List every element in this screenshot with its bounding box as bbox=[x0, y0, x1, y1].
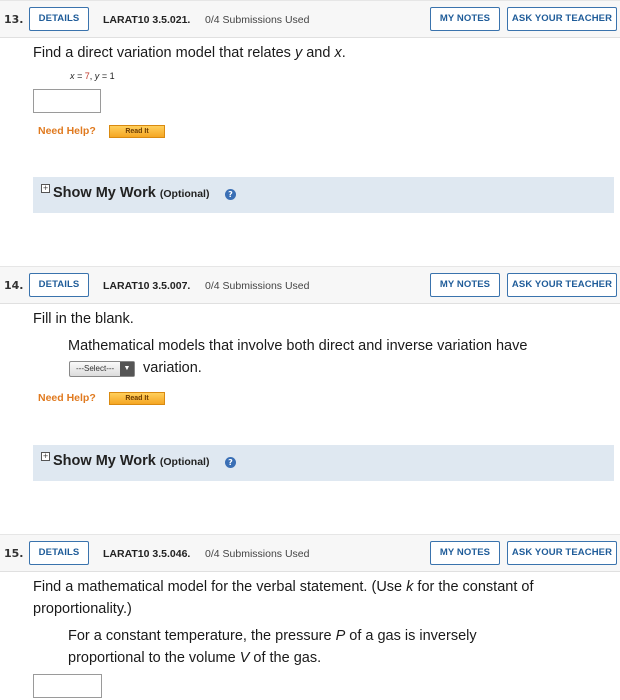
question-14-statement-line1: Mathematical models that involve both di… bbox=[68, 338, 528, 354]
answer-input[interactable] bbox=[33, 674, 102, 698]
my-notes-button[interactable]: MY NOTES bbox=[430, 273, 500, 297]
question-number: 13. bbox=[4, 13, 24, 26]
question-13-header: 13. DETAILS LARAT10 3.5.021. 0/4 Submiss… bbox=[0, 0, 620, 38]
details-button[interactable]: DETAILS bbox=[29, 273, 89, 297]
question-15-prompt-line2: proportionality.) bbox=[33, 601, 132, 617]
problem-code: LARAT10 3.5.021. bbox=[103, 14, 191, 26]
show-my-work-panel[interactable]: + Show My Work (Optional) ? bbox=[33, 445, 614, 481]
question-number: 15. bbox=[4, 547, 24, 560]
dropdown-arrow-icon[interactable]: ▼ bbox=[120, 362, 134, 376]
my-notes-button[interactable]: MY NOTES bbox=[430, 541, 500, 565]
given-values: x = 7, y = 1 bbox=[70, 71, 115, 81]
variation-select[interactable]: ---Select--- ▼ bbox=[69, 361, 135, 377]
my-notes-button[interactable]: MY NOTES bbox=[430, 7, 500, 31]
problem-code: LARAT10 3.5.046. bbox=[103, 548, 191, 560]
expand-plus-icon[interactable]: + bbox=[41, 184, 50, 193]
show-my-work-panel[interactable]: + Show My Work (Optional) ? bbox=[33, 177, 614, 213]
show-my-work-title: Show My Work (Optional) bbox=[53, 185, 210, 201]
read-it-button[interactable]: Read It bbox=[109, 392, 165, 405]
expand-plus-icon[interactable]: + bbox=[41, 452, 50, 461]
question-15-header: 15. DETAILS LARAT10 3.5.046. 0/4 Submiss… bbox=[0, 534, 620, 572]
question-13-prompt: Find a direct variation model that relat… bbox=[33, 45, 346, 61]
ask-your-teacher-button[interactable]: ASK YOUR TEACHER bbox=[507, 273, 617, 297]
show-my-work-title: Show My Work (Optional) bbox=[53, 453, 210, 469]
help-info-icon[interactable]: ? bbox=[225, 189, 236, 200]
question-14-header: 14. DETAILS LARAT10 3.5.007. 0/4 Submiss… bbox=[0, 266, 620, 304]
ask-your-teacher-button[interactable]: ASK YOUR TEACHER bbox=[507, 7, 617, 31]
submissions-used: 0/4 Submissions Used bbox=[205, 280, 310, 292]
submissions-used: 0/4 Submissions Used bbox=[205, 548, 310, 560]
need-help-label: Need Help? bbox=[38, 125, 96, 137]
details-button[interactable]: DETAILS bbox=[29, 541, 89, 565]
question-number: 14. bbox=[4, 279, 24, 292]
help-info-icon[interactable]: ? bbox=[225, 457, 236, 468]
question-14-prompt: Fill in the blank. bbox=[33, 311, 134, 327]
problem-code: LARAT10 3.5.007. bbox=[103, 280, 191, 292]
read-it-button[interactable]: Read It bbox=[109, 125, 165, 138]
details-button[interactable]: DETAILS bbox=[29, 7, 89, 31]
answer-input[interactable] bbox=[33, 89, 101, 113]
ask-your-teacher-button[interactable]: ASK YOUR TEACHER bbox=[507, 541, 617, 565]
question-15-prompt-line1: Find a mathematical model for the verbal… bbox=[33, 579, 534, 595]
need-help-label: Need Help? bbox=[38, 392, 96, 404]
question-15-statement-line2: proportional to the volume V of the gas. bbox=[68, 650, 322, 666]
question-15-statement-line1: For a constant temperature, the pressure… bbox=[68, 628, 477, 644]
question-14-statement-line2: variation. bbox=[143, 360, 202, 376]
submissions-used: 0/4 Submissions Used bbox=[205, 14, 310, 26]
